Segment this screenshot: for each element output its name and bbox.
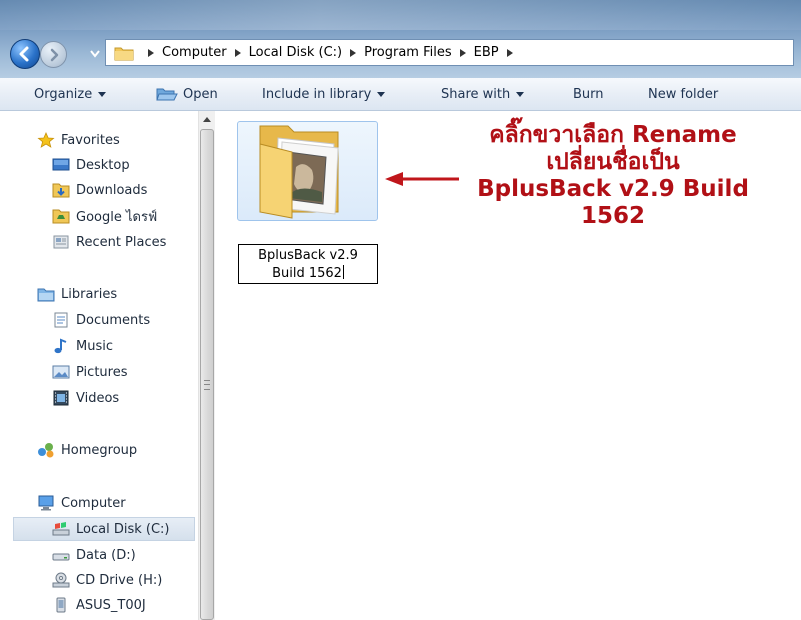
include-in-library-label: Include in library bbox=[262, 86, 372, 102]
text-cursor bbox=[342, 265, 344, 279]
downloads-icon bbox=[52, 183, 70, 198]
new-folder-button[interactable]: New folder bbox=[648, 78, 718, 110]
navigation-scrollbar[interactable] bbox=[198, 111, 215, 620]
share-with-label: Share with bbox=[441, 86, 511, 102]
cd-drive-icon bbox=[52, 572, 70, 588]
grip-icon bbox=[204, 380, 210, 390]
chevron-down-icon bbox=[516, 91, 525, 97]
organize-label: Organize bbox=[34, 86, 93, 102]
forward-button[interactable] bbox=[40, 41, 67, 68]
hard-drive-icon bbox=[52, 553, 70, 561]
open-folder-icon bbox=[156, 88, 178, 101]
sidebar-item-label: Desktop bbox=[76, 157, 130, 173]
sidebar-item-label: Videos bbox=[76, 390, 120, 406]
sidebar-item-label: Data (D:) bbox=[76, 547, 136, 563]
folder-icon bbox=[114, 47, 134, 60]
command-bar: Organize Open Include in library Share w… bbox=[0, 78, 801, 111]
annotation-arrow-icon bbox=[385, 172, 459, 186]
folder-item-selected[interactable] bbox=[237, 121, 378, 221]
include-in-library-menu[interactable]: Include in library bbox=[262, 78, 386, 110]
sidebar-item-label: Libraries bbox=[61, 286, 118, 302]
sidebar-item-label: ASUS_T00J bbox=[76, 597, 146, 613]
music-note-icon bbox=[54, 338, 67, 354]
breadcrumb-separator-icon[interactable] bbox=[233, 48, 243, 58]
file-list-area: BplusBack v2.9 Build 1562 คลิ๊กขวาเลือก … bbox=[218, 111, 801, 620]
breadcrumb-separator-icon[interactable] bbox=[348, 48, 358, 58]
breadcrumb-separator-icon[interactable] bbox=[505, 48, 515, 58]
chevron-down-icon bbox=[98, 91, 107, 97]
homegroup-icon bbox=[38, 443, 54, 458]
documents-icon bbox=[54, 312, 68, 328]
libraries-icon bbox=[37, 288, 55, 302]
navigation-pane: Favorites Desktop Downloads Google ไดรฟ์… bbox=[0, 111, 218, 620]
burn-button[interactable]: Burn bbox=[573, 78, 604, 110]
sidebar-item-label: CD Drive (H:) bbox=[76, 572, 163, 588]
sidebar-item-local-disk[interactable]: Local Disk (C:) bbox=[13, 517, 195, 541]
burn-label: Burn bbox=[573, 86, 604, 102]
scroll-up-button[interactable] bbox=[199, 111, 215, 128]
videos-icon bbox=[53, 390, 69, 406]
chevron-up-icon bbox=[203, 117, 211, 122]
breadcrumb-program-files[interactable]: Program Files bbox=[364, 45, 452, 60]
back-arrow-icon bbox=[19, 46, 29, 62]
sidebar-item-label: Pictures bbox=[76, 364, 128, 380]
annotation-line-3: BplusBack v2.9 Build bbox=[477, 176, 749, 202]
address-bar[interactable]: Computer Local Disk (C:) Program Files E… bbox=[105, 39, 794, 66]
star-icon bbox=[37, 132, 55, 148]
sidebar-item-label: Local Disk (C:) bbox=[76, 521, 170, 537]
titlebar-sheen bbox=[0, 0, 801, 30]
sidebar-item-label: Favorites bbox=[61, 132, 120, 148]
sidebar-item-label: Music bbox=[76, 338, 113, 354]
sidebar-item-label: Computer bbox=[61, 495, 126, 511]
annotation-line-1: คลิ๊กขวาเลือก Rename bbox=[489, 122, 737, 148]
desktop-icon bbox=[52, 158, 70, 171]
chevron-down-icon bbox=[377, 91, 386, 97]
chevron-down-icon bbox=[90, 50, 100, 58]
breadcrumb-separator-icon[interactable] bbox=[458, 48, 468, 58]
sidebar-item-label: Google ไดรฟ์ bbox=[76, 209, 158, 225]
share-with-menu[interactable]: Share with bbox=[441, 78, 525, 110]
organize-menu[interactable]: Organize bbox=[34, 78, 107, 110]
sidebar-item-label: Homegroup bbox=[61, 442, 138, 458]
breadcrumb-separator-icon[interactable] bbox=[146, 48, 156, 58]
system-drive-icon bbox=[52, 522, 70, 536]
breadcrumb-ebp[interactable]: EBP bbox=[474, 45, 499, 60]
rename-text-line2: Build 1562 bbox=[272, 265, 344, 281]
forward-arrow-icon bbox=[50, 48, 58, 61]
pictures-icon bbox=[52, 365, 70, 379]
window-titlebar: Computer Local Disk (C:) Program Files E… bbox=[0, 0, 801, 78]
annotation-text: คลิ๊กขวาเลือก Rename เปลี่ยนชื่อเป็น Bpl… bbox=[453, 122, 773, 230]
open-label: Open bbox=[183, 86, 218, 102]
recent-pages-button[interactable] bbox=[89, 47, 101, 61]
computer-icon bbox=[38, 495, 54, 511]
back-button[interactable] bbox=[10, 39, 40, 69]
sidebar-item-label: Documents bbox=[76, 312, 151, 328]
new-folder-label: New folder bbox=[648, 86, 719, 102]
folder-large-icon bbox=[259, 125, 339, 219]
breadcrumb-computer[interactable]: Computer bbox=[162, 45, 227, 60]
scroll-thumb[interactable] bbox=[200, 129, 214, 620]
open-button[interactable]: Open bbox=[156, 78, 218, 110]
sidebar-item-label: Downloads bbox=[76, 182, 148, 198]
portable-device-icon bbox=[56, 597, 66, 613]
breadcrumb-local-disk[interactable]: Local Disk (C:) bbox=[249, 45, 342, 60]
sidebar-item-label: Recent Places bbox=[76, 234, 167, 250]
rename-input[interactable]: BplusBack v2.9 Build 1562 bbox=[238, 244, 378, 284]
annotation-line-4: 1562 bbox=[580, 203, 645, 229]
recent-places-icon bbox=[53, 235, 69, 249]
annotation-line-2: เปลี่ยนชื่อเป็น bbox=[546, 149, 680, 175]
google-drive-folder-icon bbox=[52, 209, 70, 224]
rename-text-line1: BplusBack v2.9 bbox=[258, 248, 358, 263]
